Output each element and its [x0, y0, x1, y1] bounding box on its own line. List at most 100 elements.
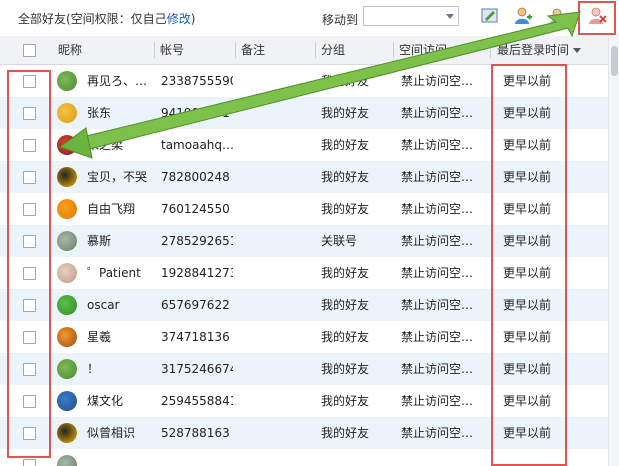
table-row[interactable]: 宝贝，不哭 782800248 我的好友 禁止访问空… 更早以前 [0, 161, 608, 193]
column-space-access[interactable]: 空间访问 [399, 36, 487, 64]
table-row[interactable]: ！ 3175246674 我的好友 禁止访问空… 更早以前 [0, 353, 608, 385]
table-row[interactable]: 煤文化 2594558841 我的好友 禁止访问空… 更早以前 [0, 385, 608, 417]
modify-permission-link[interactable]: 修改 [167, 12, 191, 26]
column-account[interactable]: 帐号 [160, 36, 232, 64]
account-cell: 1928841273 [161, 266, 233, 280]
row-checkbox[interactable] [23, 171, 36, 184]
row-checkbox[interactable] [23, 139, 36, 152]
last-login-cell: 更早以前 [503, 170, 552, 184]
avatar-icon [57, 423, 77, 443]
account-cell: 941901471 [161, 106, 230, 120]
sort-desc-icon [573, 48, 582, 53]
friends-list: 再见ろ、… 2338755590 我的好友 禁止访问空… 更早以前 张东 941901471… [0, 65, 608, 466]
avatar-icon [57, 167, 77, 187]
table-row[interactable]: 慕斯 2785292651 关联号 禁止访问空… 更早以前 [0, 225, 608, 257]
column-divider [235, 42, 236, 58]
row-checkbox[interactable] [23, 299, 36, 312]
row-checkbox[interactable] [23, 107, 36, 120]
group-cell: 我的好友 [321, 426, 370, 440]
delete-friend-icon[interactable] [587, 6, 607, 26]
space-access-cell: 禁止访问空… [401, 394, 474, 408]
chevron-down-icon [446, 14, 454, 19]
avatar-icon [57, 359, 77, 379]
nickname-cell[interactable]: 再见ろ、… [87, 65, 151, 97]
group-cell: 我的好友 [321, 202, 370, 216]
remark-cell [242, 193, 312, 225]
vertical-scrollbar[interactable] [608, 36, 619, 466]
row-checkbox[interactable] [23, 363, 36, 376]
last-login-cell: 更早以前 [503, 106, 552, 120]
column-divider [315, 42, 316, 58]
space-access-cell: 禁止访问空… [401, 234, 474, 248]
last-login-cell: 更早以前 [503, 426, 552, 440]
column-remark[interactable]: 备注 [241, 36, 313, 64]
nickname-cell[interactable]: 自由飞翔 [87, 193, 151, 225]
avatar-icon [57, 135, 77, 155]
row-checkbox[interactable] [23, 203, 36, 216]
table-row[interactable]: 再见ろ、… 2338755590 我的好友 禁止访问空… 更早以前 [0, 65, 608, 97]
nickname-cell[interactable]: 张东 [87, 97, 151, 129]
table-row[interactable]: 末之柔 tamoaahq… 我的好友 禁止访问空… 更早以前 [0, 129, 608, 161]
last-login-cell: 更早以前 [503, 266, 552, 280]
column-group[interactable]: 分组 [321, 36, 391, 64]
account-cell: 782800248 [161, 170, 230, 184]
row-checkbox[interactable] [23, 427, 36, 440]
nickname-cell[interactable]: 末之柔 [87, 129, 151, 161]
add-friend-icon[interactable] [513, 6, 533, 26]
account-cell: 2338755590 [161, 74, 233, 88]
account-cell: tamoaahq… [161, 138, 233, 152]
avatar-icon [57, 263, 77, 283]
nickname-cell[interactable]: oscar [87, 289, 151, 321]
edit-icon[interactable] [480, 6, 500, 26]
last-login-cell [503, 449, 567, 466]
avatar-icon [57, 231, 77, 251]
last-login-cell: 更早以前 [503, 298, 552, 312]
column-last-login[interactable]: 最后登录时间 [497, 36, 607, 64]
table-row[interactable]: 自由飞翔 760124550 我的好友 禁止访问空… 更早以前 [0, 193, 608, 225]
remark-cell [242, 257, 312, 289]
group-cell [321, 449, 391, 466]
settings-icon[interactable] [548, 6, 568, 26]
move-to-select[interactable] [363, 6, 459, 26]
avatar-icon [57, 71, 77, 91]
nickname-cell[interactable]: ！ [87, 353, 151, 385]
nickname-cell[interactable] [87, 449, 151, 466]
nickname-cell[interactable]: 慕斯 [87, 225, 151, 257]
scrollbar-thumb[interactable] [611, 46, 618, 76]
row-checkbox[interactable] [23, 235, 36, 248]
group-cell: 我的好友 [321, 394, 370, 408]
remark-cell [242, 97, 312, 129]
nickname-cell[interactable]: 似曾相识 [87, 417, 151, 449]
table-row[interactable]: 星羲 374718136 我的好友 禁止访问空… 更早以前 [0, 321, 608, 353]
avatar-icon [57, 103, 77, 123]
nickname-cell[interactable]: 星羲 [87, 321, 151, 353]
group-cell: 我的好友 [321, 362, 370, 376]
row-checkbox[interactable] [23, 459, 36, 466]
group-cell: 我的好友 [321, 266, 370, 280]
nickname-cell[interactable]: 煤文化 [87, 385, 151, 417]
last-login-cell: 更早以前 [503, 74, 552, 88]
nickname-cell[interactable]: 宝贝，不哭 [87, 161, 151, 193]
space-access-cell: 禁止访问空… [401, 426, 474, 440]
row-checkbox[interactable] [23, 75, 36, 88]
table-row[interactable]: 张东 941901471 我的好友 禁止访问空… 更早以前 [0, 97, 608, 129]
column-nickname[interactable]: 昵称 [58, 36, 148, 64]
account-cell: 2785292651 [161, 234, 233, 248]
title-suffix: ) [190, 12, 196, 26]
remark-cell [242, 449, 312, 466]
space-access-cell: 禁止访问空… [401, 202, 474, 216]
table-row[interactable]: ゜Patient 1928841273 我的好友 禁止访问空… 更早以前 [0, 257, 608, 289]
title-prefix: 全部好友(空间权限：仅自己 [18, 12, 167, 26]
table-row[interactable]: 似曾相识 528788163 我的好友 禁止访问空… 更早以前 [0, 417, 608, 449]
row-checkbox[interactable] [23, 331, 36, 344]
row-checkbox[interactable] [23, 395, 36, 408]
table-row[interactable]: oscar 657697622 我的好友 禁止访问空… 更早以前 [0, 289, 608, 321]
row-checkbox[interactable] [23, 267, 36, 280]
remark-cell [242, 129, 312, 161]
select-all-checkbox[interactable] [23, 44, 36, 57]
nickname-cell[interactable]: ゜Patient [87, 257, 151, 289]
table-row[interactable] [0, 449, 608, 466]
column-divider [154, 42, 155, 58]
last-login-cell: 更早以前 [503, 202, 552, 216]
column-divider [393, 42, 394, 58]
